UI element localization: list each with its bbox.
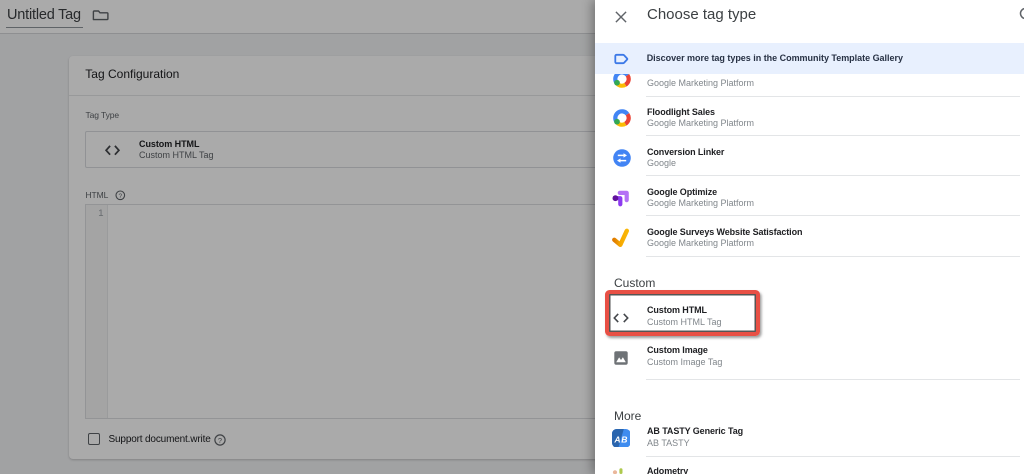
svg-text:AB: AB bbox=[613, 434, 628, 444]
